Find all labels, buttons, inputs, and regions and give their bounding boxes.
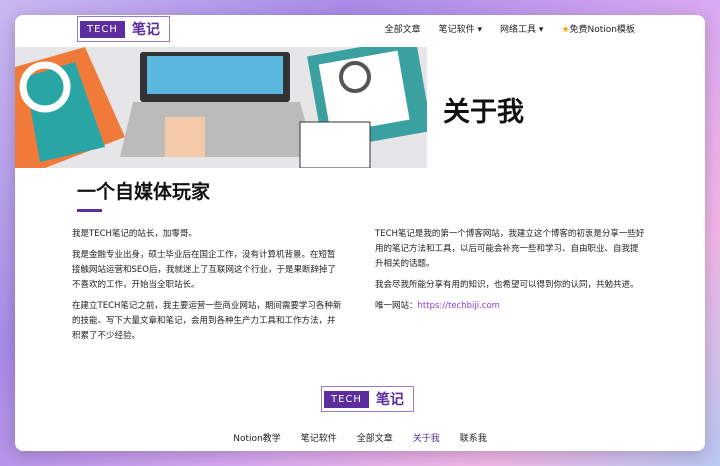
nav-all-articles[interactable]: 全部文章 [385, 22, 421, 35]
main-nav: 全部文章 笔记软件 ▾ 网络工具 ▾ ★免费Notion模板 [385, 22, 635, 35]
paragraph: 我是TECH笔记的站长，加零哥。 [72, 227, 342, 242]
nav-free-templates[interactable]: ★免费Notion模板 [561, 22, 635, 35]
nav-free-templates-label: 免费Notion模板 [570, 25, 635, 35]
logo-cn: 笔记 [369, 389, 411, 409]
logo-tech: TECH [324, 391, 369, 408]
footer-nav-software[interactable]: 笔记软件 [301, 431, 337, 444]
logo-cn: 笔记 [125, 19, 167, 39]
footer-nav-contact[interactable]: 联系我 [460, 431, 487, 444]
star-icon: ★ [561, 25, 569, 35]
paragraph: 我会尽我所能分享有用的知识，也希望可以得到你的认同，共勉共进。 [375, 278, 645, 293]
paragraph: TECH笔记是我的第一个博客网站，我建立这个博客的初衷是分享一些好用的笔记方法和… [375, 227, 645, 272]
site-line: 唯一网站：https://techbiji.com [375, 299, 645, 314]
paragraph: 在建立TECH笔记之前，我主要运营一些商业网站，期间需要学习各种新的技能、写下大… [72, 299, 342, 344]
page-title: 关于我 [443, 90, 524, 129]
site-logo[interactable]: TECH 笔记 [77, 16, 170, 42]
hero-image [15, 47, 427, 168]
logo-tech: TECH [80, 21, 125, 38]
footer-nav-about[interactable]: 关于我 [413, 431, 440, 444]
nav-web-tools[interactable]: 网络工具 ▾ [500, 22, 543, 35]
nav-note-software[interactable]: 笔记软件 ▾ [439, 22, 482, 35]
section-title: 一个自媒体玩家 [77, 177, 210, 204]
footer-nav-articles[interactable]: 全部文章 [357, 431, 393, 444]
right-column: TECH笔记是我的第一个博客网站，我建立这个博客的初衷是分享一些好用的笔记方法和… [375, 227, 645, 320]
title-underline [77, 209, 102, 212]
footer-nav: Notion教学 笔记软件 全部文章 关于我 联系我 [15, 431, 705, 444]
footer-logo[interactable]: TECH 笔记 [321, 386, 414, 412]
left-column: 我是TECH笔记的站长，加零哥。 我是金融专业出身，硕士毕业后在国企工作，没有计… [72, 227, 342, 350]
site-link[interactable]: https://techbiji.com [418, 301, 500, 311]
footer-nav-notion[interactable]: Notion教学 [233, 431, 280, 444]
browser-window: TECH 笔记 全部文章 笔记软件 ▾ 网络工具 ▾ ★免费Notion模板 关… [15, 15, 705, 451]
site-label: 唯一网站： [375, 301, 418, 311]
paragraph: 我是金融专业出身，硕士毕业后在国企工作，没有计算机背景。在短暂接触网站运营和SE… [72, 248, 342, 293]
